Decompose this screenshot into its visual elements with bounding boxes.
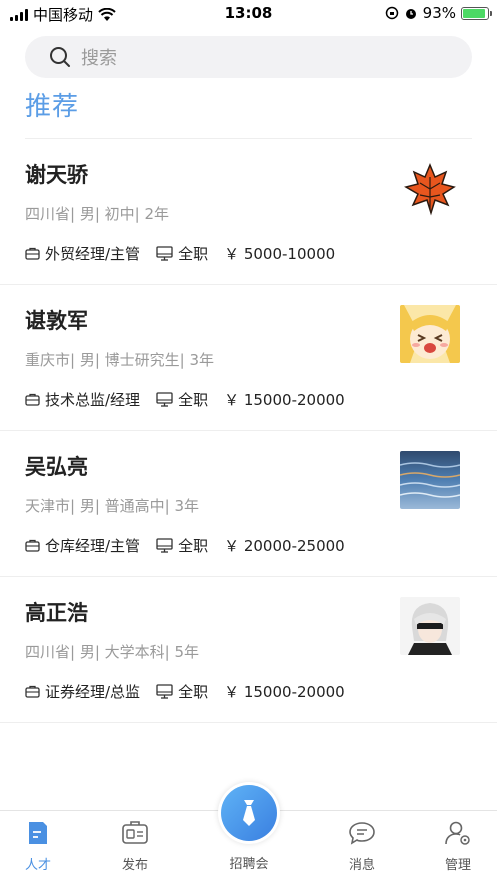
salary-tag: ￥ 20000-25000: [224, 535, 345, 556]
tab-publish[interactable]: 发布: [105, 819, 165, 873]
candidate-tags: 外贸经理/主管 全职 ￥ 5000-10000: [25, 243, 351, 264]
candidate-name: 高正浩: [25, 601, 88, 625]
candidate-card[interactable]: 高正浩 四川省| 男| 大学本科| 5年 证券经理/总监 全职 ￥ 15000-…: [0, 577, 497, 723]
tab-talent-label: 人才: [24, 858, 51, 873]
salary-tag: ￥ 15000-20000: [224, 389, 345, 410]
candidate-photo: [400, 159, 460, 217]
candidate-tags: 技术总监/经理 全职 ￥ 15000-20000: [25, 389, 361, 410]
position-tag: 外贸经理/主管: [25, 243, 140, 264]
candidate-photo: [400, 597, 460, 655]
document-icon: [29, 822, 47, 844]
section-title: 推荐: [25, 92, 80, 122]
job-type-label: 全职: [178, 537, 209, 555]
candidate-card[interactable]: 谢天骄 四川省| 男| 初中| 2年 外贸经理/主管 全职 ￥ 5000-100…: [0, 139, 497, 285]
search-placeholder: 搜索: [81, 48, 117, 69]
candidate-card[interactable]: 谌敦军 重庆市| 男| 博士研究生| 3年 技术总监/经理 全职 ￥ 15000…: [0, 285, 497, 431]
job-fair-button[interactable]: [218, 782, 280, 844]
candidate-name: 谢天骄: [25, 163, 88, 187]
candidate-name: 谌敦军: [25, 309, 88, 333]
briefcase-icon: [25, 539, 40, 552]
position-tag: 技术总监/经理: [25, 389, 140, 410]
position-label: 技术总监/经理: [45, 391, 141, 409]
candidate-tags: 证券经理/总监 全职 ￥ 15000-20000: [25, 681, 361, 702]
salary-label: ￥ 15000-20000: [224, 391, 345, 409]
position-tag: 证券经理/总监: [25, 681, 140, 702]
briefcase-icon: [25, 247, 40, 260]
monitor-icon: [156, 246, 173, 261]
tab-publish-label: 发布: [121, 858, 148, 873]
position-label: 外贸经理/主管: [45, 245, 141, 263]
alarm-icon: [405, 9, 416, 19]
tie-icon: [243, 800, 255, 826]
tab-talent[interactable]: 人才: [8, 819, 68, 873]
salary-label: ￥ 20000-25000: [224, 537, 345, 555]
salary-label: ￥ 5000-10000: [224, 245, 336, 263]
search-icon: [50, 47, 70, 67]
job-type-tag: 全职: [156, 243, 208, 264]
job-type-tag: 全职: [156, 681, 208, 702]
tab-manage[interactable]: 管理: [428, 819, 488, 873]
job-fair-label: 招聘会: [229, 857, 269, 872]
candidate-tags: 仓库经理/主管 全职 ￥ 20000-25000: [25, 535, 361, 556]
candidate-info: 天津市| 男| 普通高中| 3年: [25, 497, 200, 515]
position-tag: 仓库经理/主管: [25, 535, 140, 556]
salary-tag: ￥ 15000-20000: [224, 681, 345, 702]
candidate-info: 四川省| 男| 初中| 2年: [25, 205, 170, 223]
position-label: 仓库经理/主管: [45, 537, 141, 555]
candidate-info: 四川省| 男| 大学本科| 5年: [25, 643, 200, 661]
salary-tag: ￥ 5000-10000: [224, 243, 335, 264]
status-right: 93%: [385, 4, 492, 22]
user-settings-icon: [445, 821, 470, 845]
search-bar[interactable]: 搜索: [25, 36, 472, 78]
monitor-icon: [156, 684, 173, 699]
candidate-list: 谢天骄 四川省| 男| 初中| 2年 外贸经理/主管 全职 ￥ 5000-100…: [0, 139, 497, 723]
job-type-label: 全职: [178, 245, 209, 263]
status-bar: 中国移动 13:08 93%: [0, 0, 497, 26]
rotation-lock-icon: [385, 6, 398, 20]
candidate-photo: [400, 305, 460, 363]
candidate-card[interactable]: 吴弘亮 天津市| 男| 普通高中| 3年 仓库经理/主管 全职 ￥ 20000-…: [0, 431, 497, 577]
briefcase-icon: [25, 393, 40, 406]
tab-messages[interactable]: 消息: [332, 819, 392, 873]
salary-label: ￥ 15000-20000: [224, 683, 345, 701]
chat-bubble-icon: [349, 822, 375, 845]
monitor-icon: [156, 538, 173, 553]
battery-percent: 93%: [422, 4, 456, 22]
candidate-info: 重庆市| 男| 博士研究生| 3年: [25, 351, 215, 369]
job-type-tag: 全职: [156, 535, 208, 556]
job-type-tag: 全职: [156, 389, 208, 410]
tab-messages-label: 消息: [348, 858, 375, 873]
monitor-icon: [156, 392, 173, 407]
id-card-icon: [122, 821, 148, 844]
candidate-name: 吴弘亮: [25, 455, 88, 479]
briefcase-icon: [25, 685, 40, 698]
tab-manage-label: 管理: [444, 858, 471, 873]
candidate-photo: [400, 451, 460, 509]
battery-icon: [461, 6, 492, 20]
job-type-label: 全职: [178, 683, 209, 701]
job-type-label: 全职: [178, 391, 209, 409]
position-label: 证券经理/总监: [45, 683, 141, 701]
